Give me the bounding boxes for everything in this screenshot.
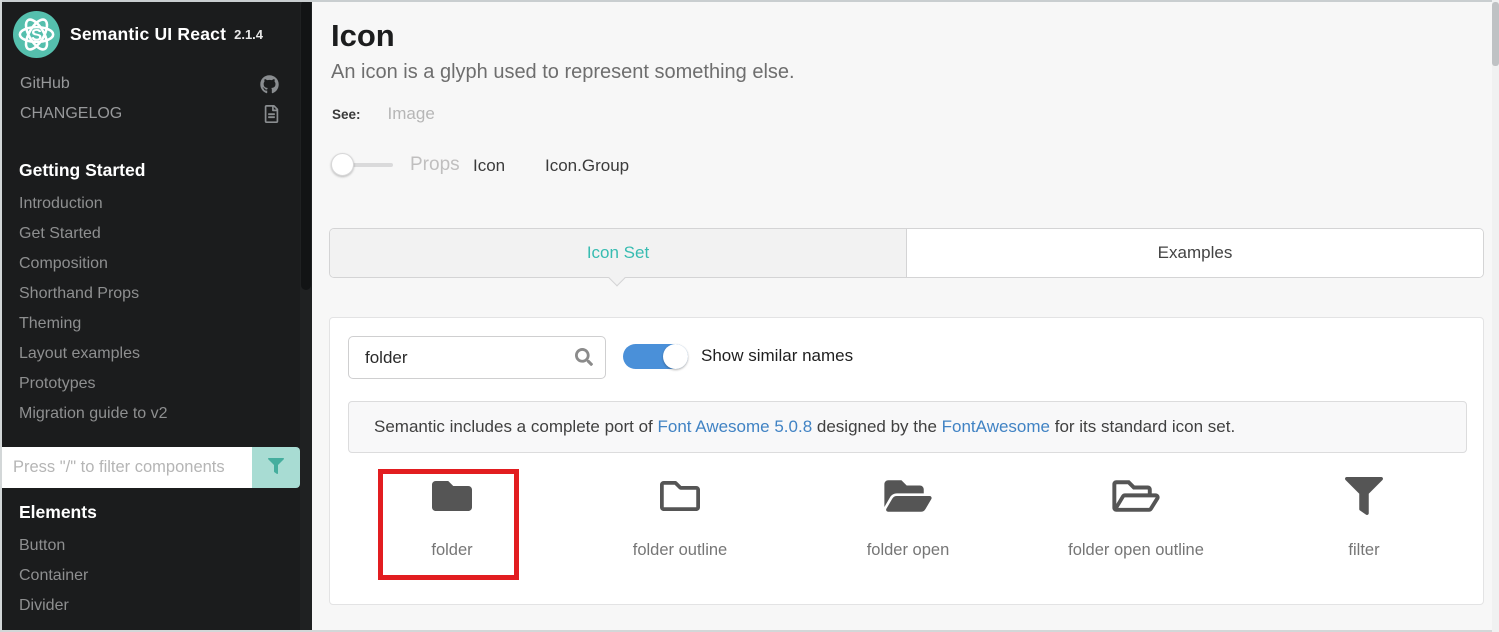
github-link-label: GitHub xyxy=(20,75,70,93)
toggle-knob xyxy=(663,344,688,369)
icon-label: folder outline xyxy=(633,541,727,560)
icon-search-input[interactable] xyxy=(348,336,606,379)
font-awesome-message: Semantic includes a complete port of Fon… xyxy=(348,401,1467,453)
getting-started-list: Introduction Get Started Composition Sho… xyxy=(0,189,300,429)
svg-text:S: S xyxy=(31,25,42,44)
show-similar-names-label: Show similar names xyxy=(701,346,853,366)
see-link-image[interactable]: Image xyxy=(388,104,435,124)
icon-search xyxy=(348,336,606,379)
search-icon xyxy=(575,348,593,371)
sidebar-item-introduction[interactable]: Introduction xyxy=(0,189,300,219)
brand-version: 2.1.4 xyxy=(234,27,263,42)
see-also-row: See: Image xyxy=(332,104,435,124)
props-label: Props xyxy=(410,154,460,176)
page-scrollbar-thumb[interactable] xyxy=(1492,2,1499,66)
icon-cell-folder-open[interactable]: folder open xyxy=(794,463,1022,560)
sidebar-item-get-started[interactable]: Get Started xyxy=(0,219,300,249)
message-text: designed by the xyxy=(812,417,941,436)
props-item-icon[interactable]: Icon xyxy=(473,156,505,176)
folder-open-icon xyxy=(882,463,934,529)
folder-icon xyxy=(429,463,475,529)
see-label: See: xyxy=(332,107,361,122)
page-title: Icon xyxy=(331,18,395,54)
tab-menu: Icon Set Examples xyxy=(329,228,1484,278)
elements-list: Button Container Divider xyxy=(0,531,300,621)
show-similar-names-toggle[interactable] xyxy=(623,344,688,369)
icon-cell-folder-outline[interactable]: folder outline xyxy=(566,463,794,560)
sidebar-item-button[interactable]: Button xyxy=(0,531,300,561)
sidebar-section-getting-started: Getting Started xyxy=(19,160,145,181)
font-awesome-link[interactable]: FontAwesome xyxy=(942,417,1050,436)
folder-outline-icon xyxy=(658,463,702,529)
message-text: for its standard icon set. xyxy=(1050,417,1235,436)
sidebar-scrollbar-thumb[interactable] xyxy=(301,0,311,290)
folder-open-outline-icon xyxy=(1110,463,1162,529)
page-subtitle: An icon is a glyph used to represent som… xyxy=(331,61,795,84)
sidebar-item-composition[interactable]: Composition xyxy=(0,249,300,279)
sidebar-item-divider[interactable]: Divider xyxy=(0,591,300,621)
sidebar-item-layout-examples[interactable]: Layout examples xyxy=(0,339,300,369)
brand-row[interactable]: S Semantic UI React 2.1.4 xyxy=(13,11,263,58)
sidebar-item-shorthand-props[interactable]: Shorthand Props xyxy=(0,279,300,309)
sidebar-item-migration-guide[interactable]: Migration guide to v2 xyxy=(0,399,300,429)
tab-icon-set[interactable]: Icon Set xyxy=(330,229,907,277)
component-filter-button[interactable] xyxy=(252,447,300,488)
sidebar-link-github[interactable]: GitHub xyxy=(0,72,312,98)
icon-label: folder open outline xyxy=(1068,541,1204,560)
icon-set-panel: Show similar names Semantic includes a c… xyxy=(329,317,1484,605)
sidebar-item-container[interactable]: Container xyxy=(0,561,300,591)
file-icon xyxy=(264,105,279,128)
filter-funnel-icon xyxy=(268,458,284,477)
sidebar-item-theming[interactable]: Theming xyxy=(0,309,300,339)
sidebar: S Semantic UI React 2.1.4 GitHub CHANGEL… xyxy=(0,0,312,632)
github-icon xyxy=(260,75,279,99)
icon-label: folder open xyxy=(867,541,950,560)
props-slider-knob[interactable] xyxy=(331,153,354,176)
icon-label: folder xyxy=(431,541,472,560)
font-awesome-version-link[interactable]: Font Awesome 5.0.8 xyxy=(657,417,812,436)
sidebar-item-prototypes[interactable]: Prototypes xyxy=(0,369,300,399)
icon-cell-filter[interactable]: filter xyxy=(1250,463,1478,560)
filter-icon xyxy=(1345,463,1383,529)
brand-title: Semantic UI React xyxy=(70,24,226,45)
props-item-icon-group[interactable]: Icon.Group xyxy=(545,156,629,176)
semantic-ui-logo-icon: S xyxy=(13,11,60,58)
window-border-top xyxy=(0,0,1499,2)
tab-examples[interactable]: Examples xyxy=(907,229,1483,277)
sidebar-section-elements: Elements xyxy=(19,502,97,523)
window-border-left xyxy=(0,0,2,632)
sidebar-link-changelog[interactable]: CHANGELOG xyxy=(0,102,312,128)
message-text: Semantic includes a complete port of xyxy=(374,417,657,436)
icon-grid: folder folder outline folder open folder… xyxy=(338,463,1478,560)
component-filter xyxy=(0,447,300,488)
component-filter-input[interactable] xyxy=(0,447,252,488)
icon-cell-folder-open-outline[interactable]: folder open outline xyxy=(1022,463,1250,560)
icon-cell-folder[interactable]: folder xyxy=(338,463,566,560)
page-scrollbar-track[interactable] xyxy=(1492,0,1499,632)
changelog-link-label: CHANGELOG xyxy=(20,105,122,123)
icon-label: filter xyxy=(1348,541,1379,560)
